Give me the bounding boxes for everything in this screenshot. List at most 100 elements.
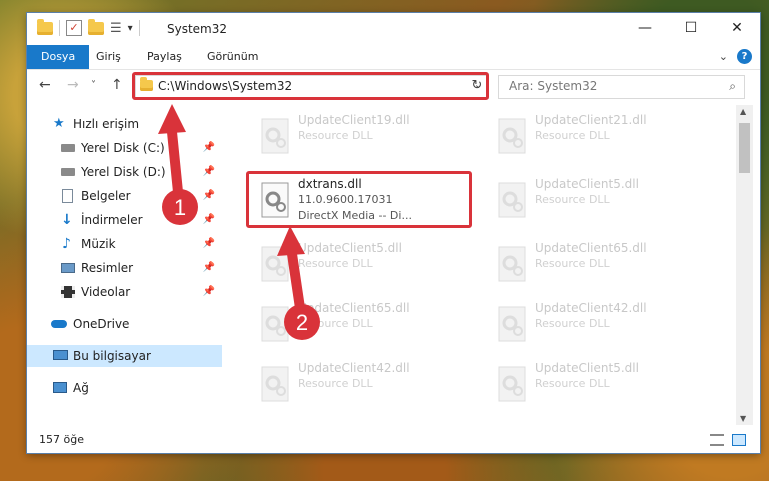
dll-file-icon <box>498 118 526 154</box>
minimize-button[interactable]: — <box>622 13 668 43</box>
sidebar-item-label: Müzik <box>81 237 116 251</box>
sidebar-item-videos[interactable]: Videolar 📌 <box>27 281 222 303</box>
file-item[interactable]: UpdateClient5.dll Resource DLL <box>485 175 715 227</box>
dll-file-icon <box>261 306 289 342</box>
sidebar-item-network[interactable]: Ağ <box>27 377 222 399</box>
scroll-up-icon[interactable]: ▲ <box>740 107 746 116</box>
computer-icon <box>53 350 68 360</box>
navigation-pane: ★ Hızlı erişim Yerel Disk (C:) 📌 Yerel D… <box>27 105 222 425</box>
file-item[interactable]: UpdateClient65.dll Resource DLL <box>485 239 715 291</box>
back-button[interactable]: ← <box>39 77 51 93</box>
file-item[interactable]: UpdateClient19.dll Resource DLL <box>248 111 478 163</box>
search-box[interactable]: Ara: System32 ⌕ <box>498 75 745 99</box>
customize-dropdown-icon[interactable]: ▾ <box>128 23 133 34</box>
picture-icon <box>61 263 75 273</box>
help-icon[interactable]: ? <box>737 49 752 64</box>
music-icon: ♪ <box>62 236 71 252</box>
sidebar-item-disk-d[interactable]: Yerel Disk (D:) 📌 <box>27 161 222 183</box>
sidebar-item-label: Bu bilgisayar <box>73 349 151 363</box>
separator <box>138 20 140 36</box>
file-description: Resource DLL <box>535 377 610 390</box>
sidebar-item-documents[interactable]: Belgeler 📌 <box>27 185 222 207</box>
star-icon: ★ <box>53 116 65 131</box>
window-title: System32 <box>167 22 228 36</box>
sidebar-item-music[interactable]: ♪ Müzik 📌 <box>27 233 222 255</box>
dll-file-icon <box>498 366 526 402</box>
download-icon: ↓ <box>61 212 73 228</box>
scroll-down-icon[interactable]: ▼ <box>740 414 746 423</box>
window-controls: — ☐ ✕ <box>622 13 760 43</box>
file-name: UpdateClient42.dll <box>298 361 410 375</box>
sidebar-item-label: Yerel Disk (D:) <box>81 165 166 179</box>
dll-file-icon <box>498 246 526 282</box>
sidebar-item-label: Hızlı erişim <box>73 117 140 131</box>
folder-icon <box>37 18 53 35</box>
network-icon <box>53 382 67 393</box>
dll-file-icon <box>498 306 526 342</box>
search-icon[interactable]: ⌕ <box>729 79 736 94</box>
sidebar-item-label: OneDrive <box>73 317 130 331</box>
dll-file-icon <box>261 366 289 402</box>
quick-access-toolbar: ✓ ☰ ▾ <box>37 18 140 36</box>
file-description: Resource DLL <box>298 129 373 142</box>
maximize-button[interactable]: ☐ <box>668 13 714 43</box>
vertical-scrollbar[interactable]: ▲ ▼ <box>736 105 753 425</box>
recent-locations-button[interactable]: ˅ <box>91 80 96 91</box>
details-view-icon[interactable] <box>710 434 724 446</box>
large-icons-view-icon[interactable] <box>732 434 746 446</box>
title-bar: ✓ ☰ ▾ System32 — ☐ ✕ <box>27 13 760 45</box>
annotation-highlight-file <box>246 171 472 228</box>
view-options-icon[interactable]: ☰ <box>110 21 122 36</box>
tab-file[interactable]: Dosya <box>27 45 90 69</box>
dll-file-icon <box>261 246 289 282</box>
expand-ribbon-icon[interactable]: ⌄ <box>719 50 728 63</box>
file-name: UpdateClient5.dll <box>535 177 639 191</box>
pin-icon: 📌 <box>202 286 215 297</box>
file-item[interactable]: UpdateClient21.dll Resource DLL <box>485 111 715 163</box>
file-description: Resource DLL <box>535 257 610 270</box>
new-folder-icon[interactable] <box>88 18 104 35</box>
ribbon: Dosya Giriş Paylaş Görünüm ⌄ ? <box>27 45 760 70</box>
close-button[interactable]: ✕ <box>714 13 760 43</box>
status-bar: 157 öğe <box>27 427 760 453</box>
video-icon <box>61 286 75 298</box>
file-description: Resource DLL <box>298 317 373 330</box>
pin-icon: 📌 <box>202 262 215 273</box>
sidebar-item-pictures[interactable]: Resimler 📌 <box>27 257 222 279</box>
sidebar-item-onedrive[interactable]: OneDrive <box>27 313 222 335</box>
sidebar-item-quick-access[interactable]: ★ Hızlı erişim <box>27 113 222 135</box>
file-item[interactable]: UpdateClient5.dll Resource DLL <box>485 359 715 411</box>
file-description: Resource DLL <box>298 377 373 390</box>
navigation-bar: ← → ˅ ↑ C:\Windows\System32 ⌄ ↻ Ara: Sys… <box>27 70 760 104</box>
file-name: UpdateClient19.dll <box>298 113 410 127</box>
sidebar-item-disk-c[interactable]: Yerel Disk (C:) 📌 <box>27 137 222 159</box>
tab-share[interactable]: Paylaş <box>147 45 182 69</box>
file-item[interactable]: UpdateClient65.dll Resource DLL <box>248 299 478 351</box>
file-description: Resource DLL <box>298 257 373 270</box>
scrollbar-thumb[interactable] <box>739 123 750 173</box>
document-icon <box>62 189 73 203</box>
pin-icon: 📌 <box>202 190 215 201</box>
file-name: UpdateClient65.dll <box>535 241 647 255</box>
drive-icon <box>61 168 75 176</box>
file-item[interactable]: UpdateClient42.dll Resource DLL <box>248 359 478 411</box>
annotation-highlight-address <box>132 72 489 100</box>
separator <box>59 20 60 36</box>
file-description: Resource DLL <box>535 317 610 330</box>
properties-icon[interactable]: ✓ <box>66 20 82 36</box>
file-item[interactable]: UpdateClient42.dll Resource DLL <box>485 299 715 351</box>
tab-home[interactable]: Giriş <box>96 45 121 69</box>
file-name: UpdateClient42.dll <box>535 301 647 315</box>
sidebar-item-downloads[interactable]: ↓ İndirmeler 📌 <box>27 209 222 231</box>
file-name: UpdateClient21.dll <box>535 113 647 127</box>
pin-icon: 📌 <box>202 214 215 225</box>
sidebar-item-label: Resimler <box>81 261 134 275</box>
sidebar-item-this-pc[interactable]: Bu bilgisayar <box>27 345 222 367</box>
file-item[interactable]: UpdateClient5.dll Resource DLL <box>248 239 478 291</box>
up-button[interactable]: ↑ <box>111 77 123 93</box>
sidebar-item-label: İndirmeler <box>81 213 143 227</box>
explorer-window: ✓ ☰ ▾ System32 — ☐ ✕ Dosya Giriş Paylaş … <box>27 13 760 453</box>
search-input[interactable]: Ara: System32 <box>509 79 597 93</box>
tab-view[interactable]: Görünüm <box>207 45 258 69</box>
forward-button[interactable]: → <box>67 77 79 93</box>
